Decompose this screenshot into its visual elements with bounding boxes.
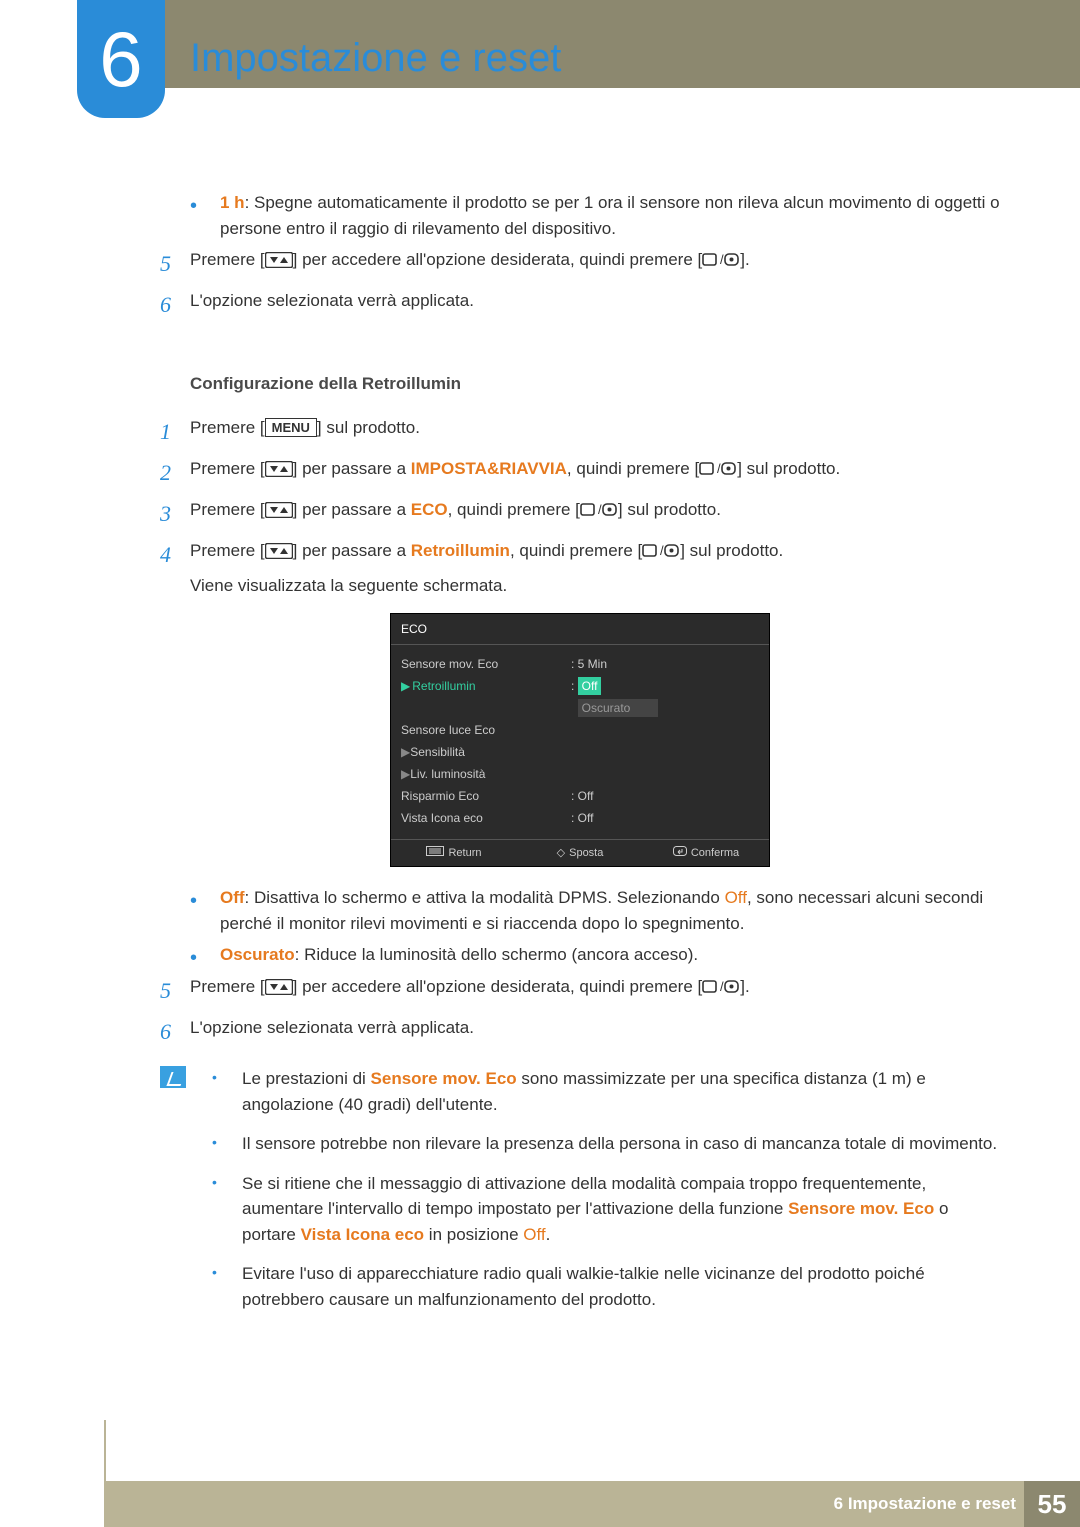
- bullet-dot-icon: [212, 1171, 242, 1248]
- osd-footer-enter: Conferma: [643, 840, 769, 867]
- osd-row: ▶Liv. luminosità: [401, 763, 759, 785]
- updown-icon: [265, 459, 293, 485]
- osd-footer-return: Return: [391, 840, 517, 867]
- osd-row: Vista Icona eco: Off: [401, 807, 759, 829]
- menu-key-small-icon: [426, 847, 444, 859]
- updown-icon: [265, 500, 293, 526]
- sec1-step-5: 5 Premere [] per accedere all'opzione de…: [160, 247, 1000, 280]
- step-number: 6: [160, 288, 190, 321]
- svg-text:/: /: [660, 543, 664, 558]
- section-heading-retroillumin: Configurazione della Retroillumin: [190, 371, 1000, 397]
- menu-key-icon: MENU: [265, 418, 317, 437]
- svg-text:/: /: [598, 502, 602, 517]
- updown-small-icon: ◇: [557, 847, 565, 859]
- bullet-dot-icon: [212, 1261, 242, 1312]
- bullet-off: Off: Disattiva lo schermo e attiva la mo…: [190, 885, 1000, 936]
- note-block: Le prestazioni di Sensore mov. Eco sono …: [160, 1066, 1000, 1326]
- note-item-1: Le prestazioni di Sensore mov. Eco sono …: [212, 1066, 1000, 1117]
- bullet-dot-icon: [212, 1066, 242, 1117]
- step-number: 4: [160, 538, 190, 599]
- sec2-step-4: 4 Premere [] per passare a Retroillumin,…: [160, 538, 1000, 599]
- updown-icon: [265, 541, 293, 567]
- page-content: 1 h: Spegne automaticamente il prodotto …: [160, 190, 1000, 1326]
- step-number: 3: [160, 497, 190, 530]
- svg-text:/: /: [720, 252, 724, 267]
- enter-small-icon: [673, 847, 687, 859]
- note-item-3: Se si ritiene che il messaggio di attiva…: [212, 1171, 1000, 1248]
- step-number: 1: [160, 415, 190, 448]
- bullet-1h-label: 1 h: [220, 193, 245, 212]
- updown-icon: [265, 977, 293, 1003]
- bullet-dot-icon: [190, 942, 220, 968]
- osd-menu-screenshot: ECO Sensore mov. Eco: 5 Min▶Retroillumin…: [390, 613, 770, 868]
- note-item-4: Evitare l'uso di apparecchiature radio q…: [212, 1261, 1000, 1312]
- footer-band: 6 Impostazione e reset 55: [104, 1481, 1080, 1527]
- bullet-1h: 1 h: Spegne automaticamente il prodotto …: [190, 190, 1000, 241]
- osd-row: Sensore luce Eco: [401, 719, 759, 741]
- sec3-step-5: 5 Premere [] per accedere all'opzione de…: [160, 974, 1000, 1007]
- confirm-icon: /: [642, 542, 680, 568]
- svg-text:/: /: [717, 461, 721, 476]
- confirm-icon: /: [699, 460, 737, 486]
- svg-text:/: /: [720, 979, 724, 994]
- step-number: 5: [160, 974, 190, 1007]
- confirm-icon: /: [702, 978, 740, 1004]
- sec1-step-6: 6 L'opzione selezionata verrà applicata.: [160, 288, 1000, 321]
- chapter-title: Impostazione e reset: [190, 28, 561, 88]
- chapter-number-badge: 6: [77, 0, 165, 118]
- bullet-dot-icon: [190, 190, 220, 241]
- step-number: 2: [160, 456, 190, 489]
- osd-row: ▶Retroillumin: Off: [401, 675, 759, 697]
- updown-icon: [265, 250, 293, 276]
- step-number: 5: [160, 247, 190, 280]
- note-icon: [160, 1066, 212, 1326]
- bullet-oscurato: Oscurato: Riduce la luminosità dello sch…: [190, 942, 1000, 968]
- bullet-dot-icon: [190, 885, 220, 936]
- osd-row: Risparmio Eco: Off: [401, 785, 759, 807]
- bullet-dot-icon: [212, 1131, 242, 1157]
- osd-row: ▶Sensibilità: [401, 741, 759, 763]
- sec2-step-1: 1 Premere [MENU] sul prodotto.: [160, 415, 1000, 448]
- osd-footer-move: ◇Sposta: [517, 840, 643, 867]
- sec2-step-3: 3 Premere [] per passare a ECO, quindi p…: [160, 497, 1000, 530]
- step-number: 6: [160, 1015, 190, 1048]
- note-item-2: Il sensore potrebbe non rilevare la pres…: [212, 1131, 1000, 1157]
- confirm-icon: /: [580, 501, 618, 527]
- bullet-1h-text: : Spegne automaticamente il prodotto se …: [220, 193, 1000, 238]
- osd-title: ECO: [391, 614, 769, 645]
- osd-row: Sensore mov. Eco: 5 Min: [401, 653, 759, 675]
- confirm-icon: /: [702, 251, 740, 277]
- osd-row: Oscurato: [401, 697, 759, 719]
- footer-title: 6 Impostazione e reset: [834, 1491, 1016, 1517]
- sec2-step-2: 2 Premere [] per passare a IMPOSTA&RIAVV…: [160, 456, 1000, 489]
- sec3-step-6: 6 L'opzione selezionata verrà applicata.: [160, 1015, 1000, 1048]
- footer-page-number: 55: [1024, 1481, 1080, 1527]
